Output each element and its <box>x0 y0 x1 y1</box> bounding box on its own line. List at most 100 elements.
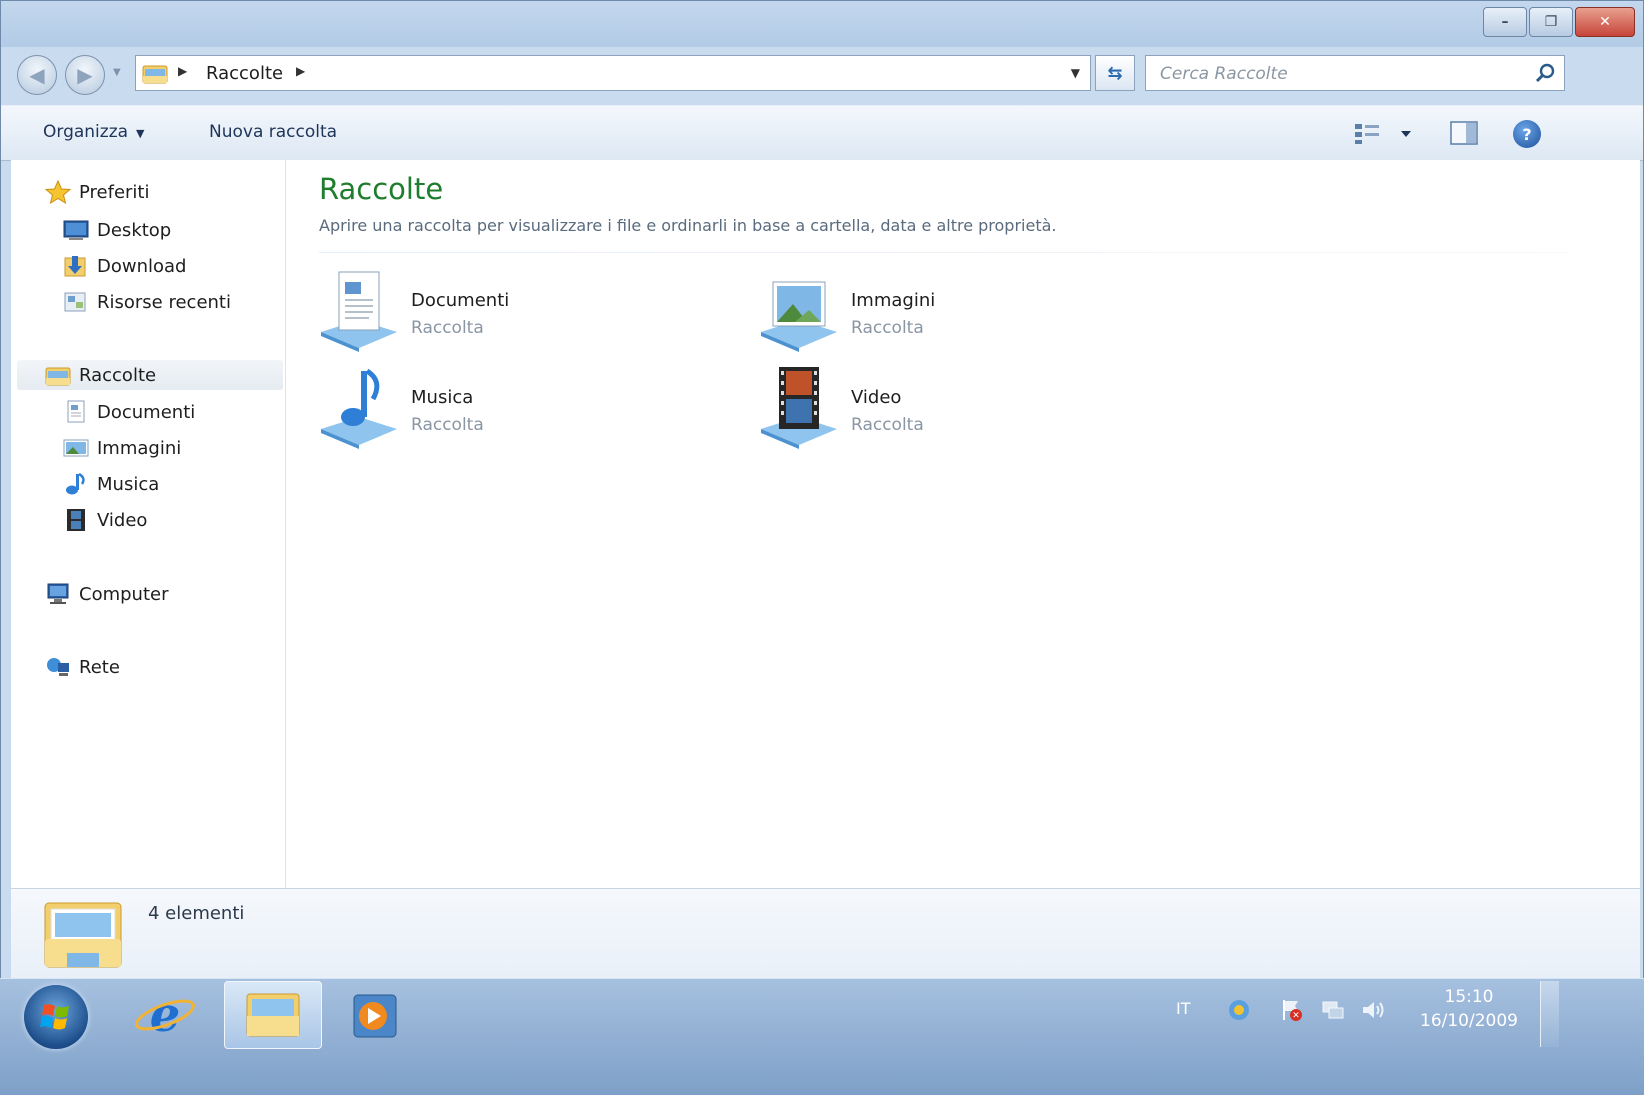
libraries-folder-icon <box>44 902 122 968</box>
clock-date: 16/10/2009 <box>1420 1011 1518 1031</box>
documents-library-icon <box>321 271 397 352</box>
nav-video[interactable]: Video <box>63 505 147 535</box>
library-music[interactable]: Musica Raccolta <box>319 365 699 455</box>
minimize-button[interactable]: – <box>1483 7 1527 37</box>
nav-libraries[interactable]: Raccolte <box>17 360 283 390</box>
command-bar: Organizza ▼ Nuova raccolta ? <box>1 105 1643 161</box>
library-type: Raccolta <box>411 415 484 435</box>
action-center-icon[interactable]: ✕ <box>1278 997 1304 1023</box>
input-language-indicator[interactable]: IT <box>1176 999 1191 1018</box>
breadcrumb-raccolte[interactable]: Raccolte <box>206 63 283 84</box>
video-icon <box>67 509 85 531</box>
computer-icon <box>47 583 69 604</box>
search-icon[interactable] <box>1534 62 1556 84</box>
organize-label: Organizza <box>43 122 129 142</box>
breadcrumb-arrow-icon[interactable]: ▶ <box>296 64 305 78</box>
libraries-folder-icon <box>45 367 71 386</box>
caption-buttons: – ❐ ✕ <box>1483 7 1635 37</box>
network-icon <box>47 658 69 676</box>
library-video[interactable]: Video Raccolta <box>759 365 1139 455</box>
address-bar[interactable]: ▶ Raccolte ▶ ▼ <box>135 55 1091 91</box>
chevron-down-icon: ▼ <box>136 127 145 140</box>
video-library-icon <box>761 367 837 449</box>
library-name: Video <box>851 387 902 408</box>
taskbar-internet-explorer[interactable]: e <box>116 981 214 1049</box>
nav-network-label: Rete <box>79 656 120 678</box>
breadcrumb-arrow-icon[interactable]: ▶ <box>178 64 187 78</box>
refresh-icon: ⇆ <box>1107 62 1123 84</box>
nav-recent-places-label: Risorse recenti <box>97 291 231 313</box>
nav-computer[interactable]: Computer <box>45 579 168 609</box>
nav-favorites[interactable]: Preferiti <box>45 177 150 207</box>
desktop-icon <box>63 220 89 240</box>
clock[interactable]: 15:10 16/10/2009 <box>1414 987 1524 1031</box>
nav-favorites-label: Preferiti <box>79 181 150 203</box>
pictures-library-icon <box>761 281 837 352</box>
show-desktop-button[interactable] <box>1540 981 1559 1047</box>
star-icon <box>45 180 71 204</box>
start-button[interactable] <box>24 985 88 1049</box>
media-player-icon <box>353 994 397 1038</box>
windows-explorer-icon <box>246 993 300 1037</box>
svg-text:✕: ✕ <box>1292 1011 1300 1021</box>
organize-button[interactable]: Organizza ▼ <box>43 122 145 142</box>
documents-icon <box>67 400 85 423</box>
nav-documents[interactable]: Documenti <box>63 397 195 427</box>
nav-network[interactable]: Rete <box>45 652 120 682</box>
internet-explorer-icon: e <box>135 987 195 1043</box>
address-row: ◀ ▶ ▼ ▶ Raccolte ▶ ▼ ⇆ <box>1 47 1643 105</box>
library-documents[interactable]: Documenti Raccolta <box>319 268 699 358</box>
nav-libraries-label: Raccolte <box>79 364 157 386</box>
taskbar-windows-explorer[interactable] <box>224 981 322 1049</box>
nav-documents-label: Documenti <box>97 401 196 423</box>
nav-download-label: Download <box>97 255 187 277</box>
music-library-icon <box>321 368 397 449</box>
content-pane: Raccolte Aprire una raccolta per visuali… <box>286 160 1640 888</box>
svg-text:e: e <box>150 987 181 1043</box>
divider <box>319 252 1569 253</box>
pictures-icon <box>63 439 89 457</box>
nav-pictures-label: Immagini <box>97 437 182 459</box>
close-button[interactable]: ✕ <box>1575 7 1635 37</box>
library-type: Raccolta <box>411 318 484 338</box>
address-dropdown-icon[interactable]: ▼ <box>1071 66 1080 80</box>
music-icon <box>66 472 85 495</box>
details-pane: 4 elementi <box>11 888 1640 979</box>
recent-pages-dropdown[interactable]: ▼ <box>113 67 121 78</box>
nav-download[interactable]: Download <box>63 251 186 281</box>
volume-icon[interactable] <box>1360 997 1386 1023</box>
clock-time: 15:10 <box>1444 987 1494 1007</box>
maximize-button[interactable]: ❐ <box>1529 7 1573 37</box>
new-library-button[interactable]: Nuova raccolta <box>209 122 337 142</box>
library-type: Raccolta <box>851 318 924 338</box>
search-box[interactable] <box>1145 55 1565 92</box>
taskbar: e IT ✕ 15:10 16/10/2009 <box>0 978 1644 1095</box>
library-type: Raccolta <box>851 415 924 435</box>
recent-places-icon <box>64 292 86 312</box>
library-name: Musica <box>411 387 474 408</box>
help-tray-icon[interactable] <box>1226 997 1252 1023</box>
search-input[interactable] <box>1146 56 1532 92</box>
nav-recent-places[interactable]: Risorse recenti <box>63 287 231 317</box>
title-bar[interactable]: – ❐ ✕ <box>1 1 1643 47</box>
nav-pictures[interactable]: Immagini <box>63 433 181 463</box>
change-view-icon[interactable] <box>1353 120 1413 146</box>
page-title: Raccolte <box>319 172 444 206</box>
library-pictures[interactable]: Immagini Raccolta <box>759 268 1139 358</box>
library-name: Documenti <box>411 290 510 311</box>
refresh-button[interactable]: ⇆ <box>1095 55 1135 91</box>
preview-pane-icon[interactable] <box>1449 120 1479 146</box>
taskbar-media-player[interactable] <box>326 981 424 1049</box>
back-button[interactable]: ◀ <box>17 55 57 95</box>
nav-computer-label: Computer <box>79 583 169 605</box>
network-tray-icon[interactable] <box>1320 997 1346 1023</box>
nav-music[interactable]: Musica <box>63 469 159 499</box>
forward-button[interactable]: ▶ <box>65 55 105 95</box>
libraries-folder-icon <box>142 65 168 84</box>
nav-desktop[interactable]: Desktop <box>63 215 171 245</box>
item-count: 4 elementi <box>148 903 245 924</box>
nav-music-label: Musica <box>97 473 160 495</box>
nav-video-label: Video <box>97 509 148 531</box>
page-subtitle: Aprire una raccolta per visualizzare i f… <box>319 216 1057 235</box>
help-button[interactable]: ? <box>1513 120 1541 148</box>
